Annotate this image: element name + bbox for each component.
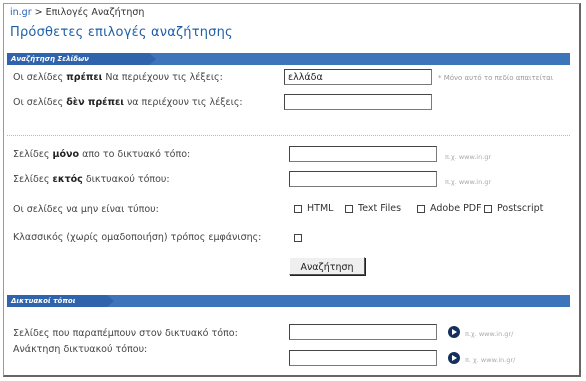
site-lookup-hint: π. χ. www.in.gr/ — [465, 356, 516, 364]
go-arrow-icon[interactable] — [448, 326, 460, 338]
checkbox-html[interactable] — [294, 205, 302, 213]
only-site-input[interactable] — [289, 146, 437, 162]
site-lookup-label: Ανάκτηση δικτυακού τόπου: — [13, 344, 148, 355]
except-site-label-pre: Σελίδες — [13, 174, 53, 185]
must-not-contain-input[interactable] — [284, 94, 432, 110]
only-site-label-post: απο το δικτυακό τόπο: — [79, 149, 191, 160]
section-bar-sites: Δικτυακοί τόποι — [7, 295, 570, 307]
only-site-label-pre: Σελίδες — [13, 149, 53, 160]
required-note: * Μόνο αυτό το πεδίο απαιτείται — [438, 74, 554, 82]
site-lookup-input[interactable] — [289, 350, 437, 366]
divider — [7, 135, 570, 136]
must-not-contain-label: Οι σελίδες δὲν πρέπει να περιέχουν τις λ… — [13, 97, 243, 108]
except-site-label-bold: εκτός — [52, 174, 83, 185]
breadcrumb-separator: > — [34, 7, 43, 18]
checkbox-adobe-pdf-label: Adobe PDF — [430, 203, 482, 214]
except-site-hint: π.χ. www.in.gr — [445, 178, 492, 186]
exclude-types-label: Οι σελίδες να μην είναι τύπου: — [13, 204, 159, 215]
checkbox-text-files-label: Text Files — [358, 203, 402, 214]
linking-to-label: Σελίδες που παραπέμπουν στον δικτυακό τό… — [13, 328, 238, 339]
breadcrumb: in.gr > Επιλογές Αναζήτηση — [10, 7, 144, 18]
must-contain-input[interactable] — [284, 69, 432, 85]
must-contain-label-bold: πρέπει — [66, 72, 103, 83]
must-not-contain-label-pre: Οι σελίδες — [13, 97, 67, 108]
only-site-hint: π.χ. www.in.gr — [445, 153, 492, 161]
checkbox-text-files[interactable] — [345, 205, 353, 213]
only-site-label: Σελίδες μόνο απο το δικτυακό τόπο: — [13, 149, 190, 160]
except-site-label-post: δικτυακού τόπου: — [82, 174, 170, 185]
must-contain-label: Οι σελίδες πρέπει Να περιέχουν τις λέξει… — [13, 72, 223, 83]
must-not-contain-label-bold: δὲν πρέπει — [66, 97, 124, 108]
linking-to-input[interactable] — [289, 324, 437, 340]
except-site-input[interactable] — [289, 171, 437, 187]
must-contain-label-pre: Οι σελίδες — [13, 72, 67, 83]
checkbox-classic-mode[interactable] — [294, 234, 302, 242]
checkbox-html-label: HTML — [307, 203, 334, 214]
section-header-sites: Δικτυακοί τόποι — [7, 295, 114, 307]
checkbox-postscript-label: Postscript — [497, 203, 544, 214]
checkbox-postscript[interactable] — [484, 205, 492, 213]
search-button[interactable]: Αναζήτηση — [289, 257, 365, 275]
breadcrumb-home-link[interactable]: in.gr — [10, 7, 32, 18]
go-arrow-icon[interactable] — [448, 352, 460, 364]
classic-mode-label: Κλασσικός (χωρίς ομαδοποιήση) τρόπος εμφ… — [13, 232, 262, 243]
must-not-contain-label-post: να περιέχουν τις λέξεις: — [123, 97, 243, 108]
except-site-label: Σελίδες εκτός δικτυακού τόπου: — [13, 174, 170, 185]
linking-to-hint: π.χ. www.in.gr/ — [465, 330, 514, 338]
must-contain-label-post: Να περιέχουν τις λέξεις: — [102, 72, 223, 83]
section-header-pages: Αναζήτηση Σελίδων — [7, 53, 156, 65]
page-title: Πρόσθετες επιλογές αναζήτησης — [10, 25, 233, 40]
breadcrumb-current: Επιλογές Αναζήτηση — [45, 7, 145, 18]
checkbox-adobe-pdf[interactable] — [417, 205, 425, 213]
section-bar-pages: Αναζήτηση Σελίδων — [7, 53, 570, 65]
only-site-label-bold: μόνο — [52, 149, 80, 160]
